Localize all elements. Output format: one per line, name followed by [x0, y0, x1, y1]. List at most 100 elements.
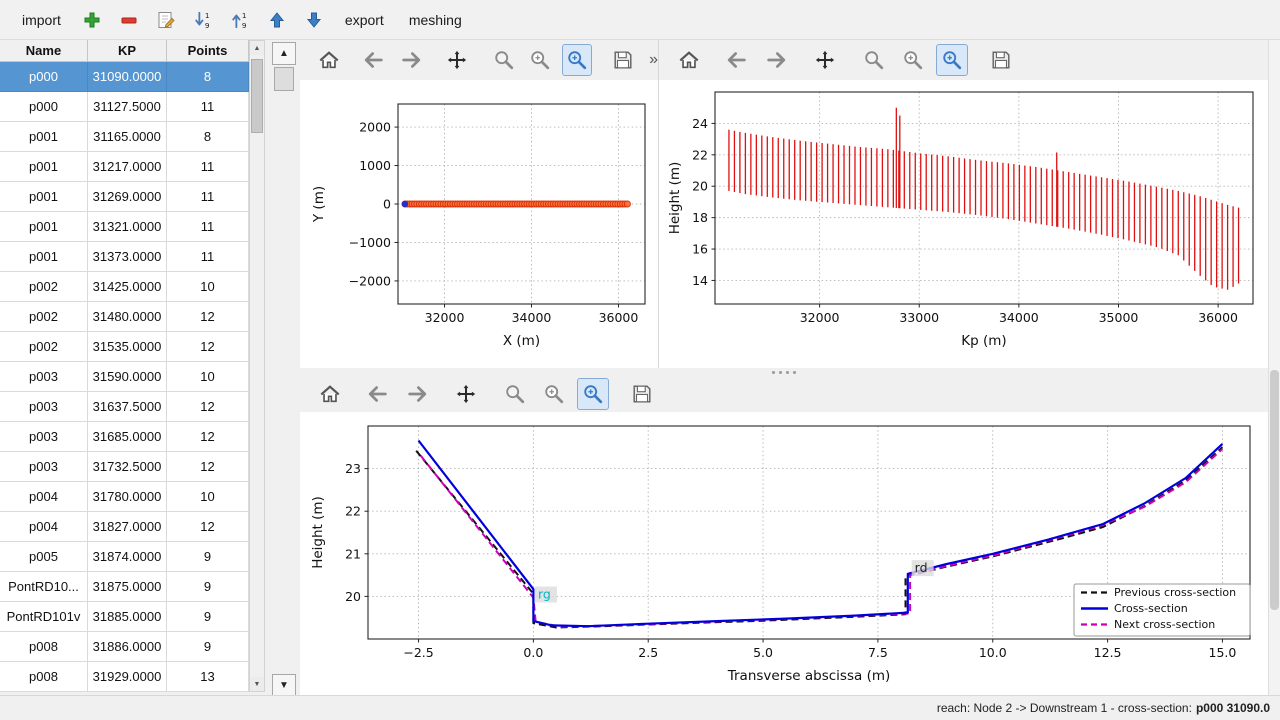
save-icon[interactable]	[626, 378, 658, 410]
table-row[interactable]: PontRD10...31875.00009	[0, 572, 249, 602]
table-cell: 12	[167, 422, 249, 452]
pan-icon[interactable]	[809, 44, 841, 76]
table-row[interactable]: p00031127.500011	[0, 92, 249, 122]
table-row[interactable]: p00131321.000011	[0, 212, 249, 242]
scroll-up-icon[interactable]: ▲	[250, 41, 264, 55]
svg-text:1: 1	[205, 11, 210, 20]
move-down-icon[interactable]	[302, 8, 326, 32]
forward-icon[interactable]	[396, 44, 426, 76]
column-header-name[interactable]: Name	[0, 40, 88, 62]
zoom-icon[interactable]	[858, 44, 890, 76]
svg-text:9: 9	[242, 21, 247, 30]
forward-icon[interactable]	[760, 44, 792, 76]
pan-icon[interactable]	[443, 44, 473, 76]
table-scrollbar-thumb[interactable]	[251, 59, 263, 133]
zoom-in-icon[interactable]	[562, 44, 592, 76]
table-row[interactable]: p00331685.000012	[0, 422, 249, 452]
table-row[interactable]: p00831929.000013	[0, 662, 249, 692]
export-button[interactable]: export	[339, 8, 390, 32]
table-cell: 8	[167, 122, 249, 152]
table-row[interactable]: PontRD101v31885.00009	[0, 602, 249, 632]
main-toolbar: import 19 19 export meshing	[0, 0, 1280, 40]
table-scrollbar[interactable]: ▲ ▼	[249, 40, 265, 692]
nav-down-button[interactable]: ▼	[272, 674, 296, 697]
table-cell: 31480.0000	[88, 302, 167, 332]
table-row[interactable]: p00431827.000012	[0, 512, 249, 542]
table-cell: 31886.0000	[88, 632, 167, 662]
save-icon[interactable]	[609, 44, 639, 76]
add-icon[interactable]	[80, 8, 104, 32]
svg-text:24: 24	[692, 116, 708, 131]
home-icon[interactable]	[314, 44, 344, 76]
svg-text:Next cross-section: Next cross-section	[1114, 618, 1215, 631]
table-row[interactable]: p00131269.000011	[0, 182, 249, 212]
zoom-in-icon[interactable]	[936, 44, 968, 76]
table-cell: 31425.0000	[88, 272, 167, 302]
svg-text:16: 16	[692, 242, 708, 257]
horizontal-splitter[interactable]	[300, 368, 1268, 376]
svg-text:36000: 36000	[599, 310, 639, 325]
sort-ascending-icon[interactable]: 19	[228, 8, 252, 32]
zoom-in-icon[interactable]	[577, 378, 609, 410]
table-cell: 12	[167, 332, 249, 362]
scroll-down-icon[interactable]: ▼	[250, 677, 264, 691]
table-row[interactable]: p00231480.000012	[0, 302, 249, 332]
table-row[interactable]: p00431780.000010	[0, 482, 249, 512]
pan-icon[interactable]	[450, 378, 482, 410]
meshing-button[interactable]: meshing	[403, 8, 468, 32]
cross-section-chart[interactable]: −2.50.02.55.07.510.012.515.020212223Tran…	[300, 412, 1268, 695]
forward-icon[interactable]	[401, 378, 433, 410]
back-icon[interactable]	[721, 44, 753, 76]
table-row[interactable]: p00331732.500012	[0, 452, 249, 482]
remove-icon[interactable]	[117, 8, 141, 32]
home-icon[interactable]	[673, 44, 705, 76]
column-header-kp[interactable]: KP	[88, 40, 167, 62]
table-row[interactable]: p00131373.000011	[0, 242, 249, 272]
section-nav-scrollbar[interactable]: ▲ ▼	[272, 40, 298, 700]
back-icon[interactable]	[360, 44, 390, 76]
plan-view-panel: » 320003400036000−2000−1000010002000X (m…	[300, 40, 659, 368]
longitudinal-profile-chart[interactable]: 3200033000340003500036000141618202224Kp …	[659, 80, 1268, 368]
table-row[interactable]: p00231535.000012	[0, 332, 249, 362]
window-scrollbar[interactable]	[1268, 40, 1280, 695]
zoom-icon[interactable]	[489, 44, 519, 76]
table-row[interactable]: p00031090.00008	[0, 62, 249, 92]
nav-up-button[interactable]: ▲	[272, 42, 296, 65]
table-row[interactable]: p00131217.000011	[0, 152, 249, 182]
zoom-plus-icon[interactable]	[526, 44, 556, 76]
sort-descending-icon[interactable]: 19	[191, 8, 215, 32]
table-cell: p001	[0, 122, 88, 152]
toolbar-overflow-icon[interactable]: »	[649, 51, 658, 69]
table-row[interactable]: p00531874.00009	[0, 542, 249, 572]
table-cell: PontRD10...	[0, 572, 88, 602]
edit-icon[interactable]	[154, 8, 178, 32]
svg-text:9: 9	[205, 21, 210, 30]
table-cell: 12	[167, 512, 249, 542]
table-cell: p001	[0, 242, 88, 272]
back-icon[interactable]	[362, 378, 394, 410]
zoom-plus-icon[interactable]	[897, 44, 929, 76]
nav-scrollbar-thumb[interactable]	[274, 67, 294, 91]
save-icon[interactable]	[985, 44, 1017, 76]
svg-text:1: 1	[242, 11, 247, 20]
zoom-plus-icon[interactable]	[538, 378, 570, 410]
zoom-icon[interactable]	[499, 378, 531, 410]
table-row[interactable]: p00331637.500012	[0, 392, 249, 422]
table-cell: 31732.5000	[88, 452, 167, 482]
column-header-points[interactable]: Points	[167, 40, 249, 62]
svg-text:23: 23	[345, 461, 361, 476]
table-row[interactable]: p00331590.000010	[0, 362, 249, 392]
window-scrollbar-thumb[interactable]	[1270, 370, 1279, 610]
table-row[interactable]: p00231425.000010	[0, 272, 249, 302]
svg-text:10.0: 10.0	[979, 645, 1007, 660]
move-up-icon[interactable]	[265, 8, 289, 32]
table-cell: 31165.0000	[88, 122, 167, 152]
table-cell: p004	[0, 512, 88, 542]
table-cell: 12	[167, 392, 249, 422]
plan-view-chart[interactable]: 320003400036000−2000−1000010002000X (m)Y…	[300, 80, 658, 368]
table-row[interactable]: p00131165.00008	[0, 122, 249, 152]
table-cell: 31637.5000	[88, 392, 167, 422]
home-icon[interactable]	[314, 378, 346, 410]
import-button[interactable]: import	[16, 8, 67, 32]
table-row[interactable]: p00831886.00009	[0, 632, 249, 662]
